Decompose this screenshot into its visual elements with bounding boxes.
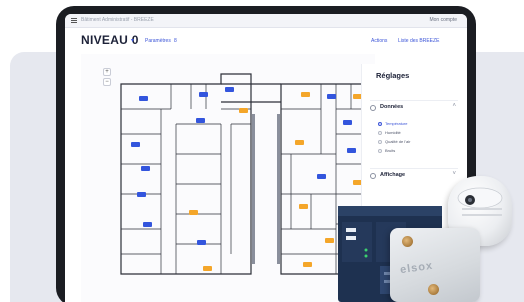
antenna-connector xyxy=(402,236,413,247)
sensor-marker xyxy=(197,240,206,245)
level-dropdown-chevron-icon[interactable]: ▾ xyxy=(131,37,134,44)
sensor-markers xyxy=(131,87,368,271)
sensor-marker xyxy=(239,108,248,113)
account-menu[interactable]: Mon compte xyxy=(429,17,457,23)
section-display[interactable]: Affichage ˅ xyxy=(370,168,458,182)
data-option-humidity[interactable]: Humidité xyxy=(378,129,458,137)
sensor-list-dropdown[interactable]: Liste des BREEZE xyxy=(398,38,439,44)
data-option-label: Température xyxy=(385,121,408,126)
sensor-marker xyxy=(317,174,326,179)
sensor-marker xyxy=(327,94,336,99)
data-option-noise[interactable]: Bruits xyxy=(378,147,458,155)
menu-icon[interactable] xyxy=(71,18,77,23)
antenna-connector xyxy=(428,284,439,295)
sensor-marker xyxy=(203,266,212,271)
sensor-marker xyxy=(343,120,352,125)
data-option-temperature[interactable]: Température xyxy=(378,120,458,128)
sensor-marker xyxy=(196,118,205,123)
settings-title: Réglages xyxy=(376,71,410,80)
sensor-marker xyxy=(347,148,356,153)
sensor-marker xyxy=(131,142,140,147)
data-section-icon xyxy=(370,105,376,111)
eye-icon xyxy=(370,173,376,179)
floor-plan[interactable]: + − xyxy=(81,54,382,302)
sensor-marker xyxy=(299,204,308,209)
sensor-marker xyxy=(325,238,334,243)
top-bar: Bâtiment Administratif - BREEZE Mon comp… xyxy=(65,14,467,28)
radio-button[interactable] xyxy=(378,149,382,153)
sensor-marker xyxy=(137,192,146,197)
data-option-air-quality[interactable]: Qualité de l'air xyxy=(378,138,458,146)
sensor-marker xyxy=(189,210,198,215)
sensor-marker xyxy=(303,262,312,267)
section-data[interactable]: Données ˄ xyxy=(370,100,458,114)
chevron-up-icon: ˄ xyxy=(452,103,456,109)
data-option-label: Qualité de l'air xyxy=(385,139,411,144)
radio-button[interactable] xyxy=(378,140,382,144)
parameters-button[interactable]: Paramètres xyxy=(145,38,171,44)
sensor-marker xyxy=(143,222,152,227)
product-showcase: Bâtiment Administratif - BREEZE Mon comp… xyxy=(0,0,524,302)
data-option-label: Bruits xyxy=(385,148,396,153)
radio-button[interactable] xyxy=(378,122,382,126)
sensor-marker xyxy=(295,140,304,145)
actions-dropdown[interactable]: Actions xyxy=(371,38,387,44)
parameters-count: 8 xyxy=(174,38,177,44)
sensor-marker xyxy=(301,92,310,97)
data-option-label: Humidité xyxy=(385,130,401,135)
section-data-label: Données xyxy=(380,104,404,110)
sensor-marker xyxy=(141,166,150,171)
radio-button[interactable] xyxy=(378,131,382,135)
sensor-marker xyxy=(139,96,148,101)
page-header: NIVEAU 0 ▾ Paramètres 8 Actions Liste de… xyxy=(65,28,467,52)
breadcrumb[interactable]: Bâtiment Administratif - BREEZE xyxy=(81,17,154,23)
section-display-label: Affichage xyxy=(380,172,406,178)
sensor-marker xyxy=(225,87,234,92)
sensor-marker xyxy=(199,92,208,97)
